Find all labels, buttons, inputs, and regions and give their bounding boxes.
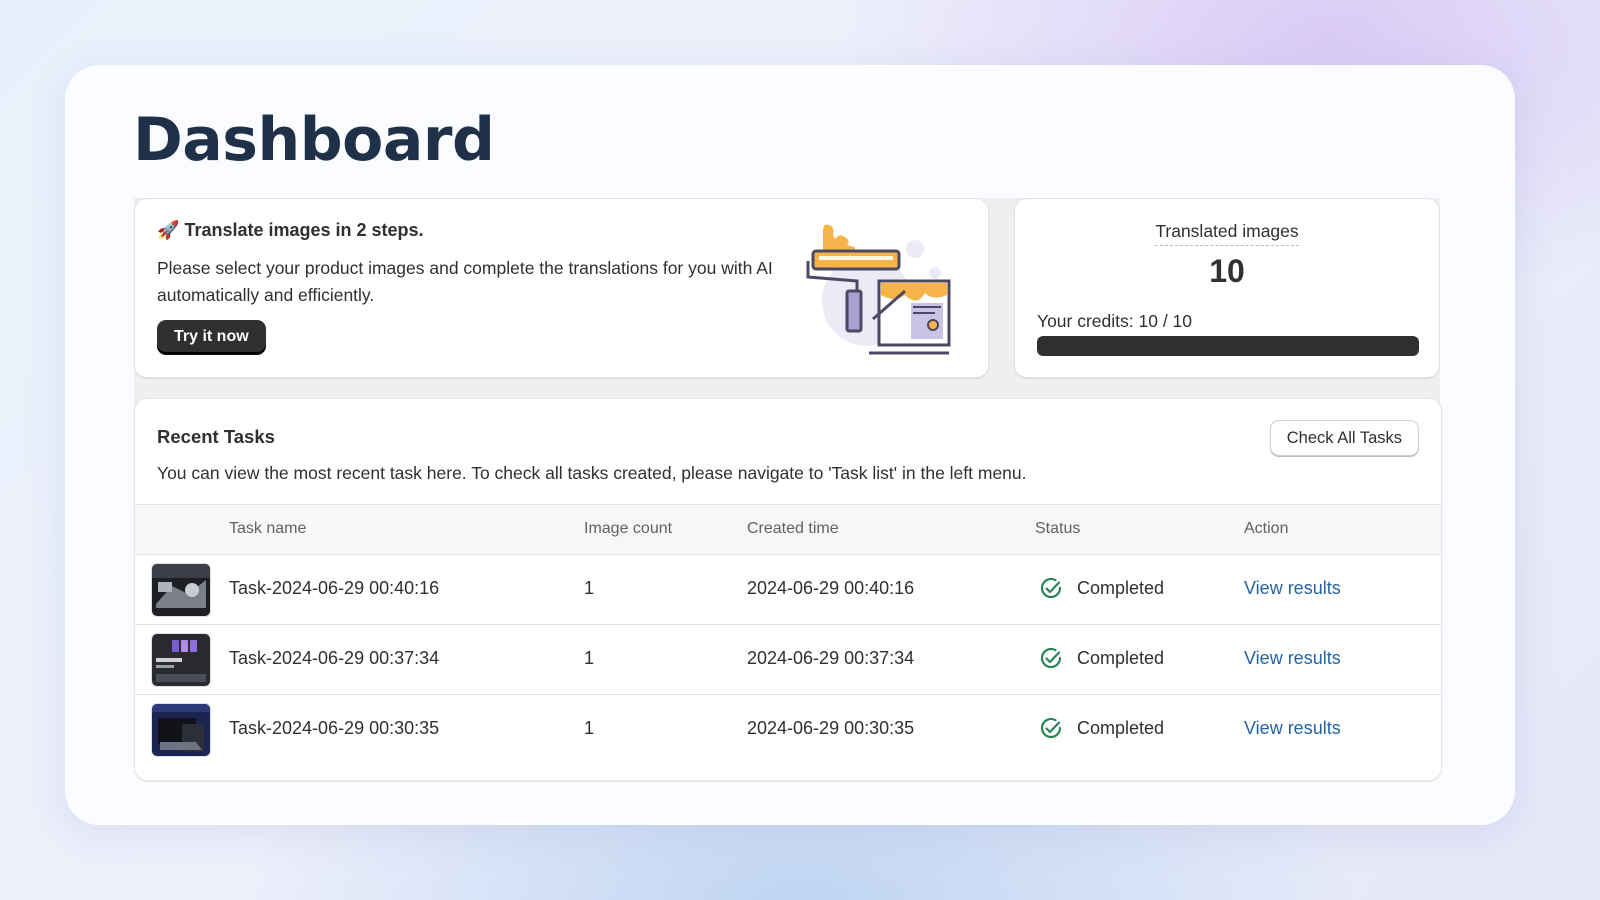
view-results-link[interactable]: View results (1244, 718, 1341, 739)
task-name: Task-2024-06-29 00:40:16 (229, 578, 440, 598)
product-thumbnail (151, 703, 211, 757)
column-header-task-name[interactable]: Task name (229, 520, 306, 538)
image-count: 1 (584, 578, 595, 598)
try-it-now-button[interactable]: Try it now (157, 320, 266, 354)
column-header-created-time[interactable]: Created time (747, 520, 839, 538)
recent-tasks-description: You can view the most recent task here. … (157, 463, 1027, 483)
table-row[interactable]: Task-2024-06-29 00:37:34 1 2024-06-29 00… (135, 624, 1441, 695)
created-time: 2024-06-29 00:30:35 (747, 718, 915, 738)
column-header-image-count[interactable]: Image count (584, 520, 672, 538)
promo-description: Please select your product images and co… (157, 258, 773, 305)
created-time: 2024-06-29 00:40:16 (747, 578, 915, 598)
page-title: Dashboard (133, 105, 495, 175)
product-thumbnail (151, 563, 211, 617)
table-row[interactable]: Task-2024-06-29 00:40:16 1 2024-06-29 00… (135, 554, 1441, 625)
promo-card: 🚀 Translate images in 2 steps. Please se… (135, 199, 988, 377)
check-circle-icon (1040, 647, 1062, 669)
table-row[interactable]: Task-2024-06-29 00:30:35 1 2024-06-29 00… (135, 694, 1441, 764)
created-time: 2024-06-29 00:37:34 (747, 648, 915, 668)
credits-progress-fill (1037, 336, 1419, 356)
thumbnail-image (152, 564, 210, 616)
thumbnail-image (152, 704, 210, 756)
view-results-link[interactable]: View results (1244, 578, 1341, 599)
thumbnail-image (152, 634, 210, 686)
credits-text: Your credits: 10 / 10 (1037, 311, 1193, 331)
dashboard-frame: Dashboard 🚀 Translate images in 2 steps.… (65, 65, 1515, 825)
task-name: Task-2024-06-29 00:37:34 (229, 648, 440, 668)
view-results-link[interactable]: View results (1244, 648, 1341, 669)
task-name: Task-2024-06-29 00:30:35 (229, 718, 440, 738)
check-circle-icon (1040, 717, 1062, 739)
status-text: Completed (1077, 718, 1165, 738)
paint-roller-illustration (806, 224, 951, 355)
status-text: Completed (1077, 648, 1165, 668)
recent-tasks-card: Recent Tasks You can view the most recen… (135, 399, 1441, 780)
column-header-action[interactable]: Action (1244, 520, 1288, 538)
promo-title: 🚀 Translate images in 2 steps. (157, 220, 424, 241)
check-all-tasks-button[interactable]: Check All Tasks (1269, 420, 1419, 456)
recent-tasks-title: Recent Tasks (157, 426, 275, 447)
column-header-status[interactable]: Status (1035, 520, 1080, 538)
rocket-icon: 🚀 (157, 220, 180, 240)
translated-images-label: Translated images (1015, 221, 1439, 246)
check-circle-icon (1040, 577, 1062, 599)
status-text: Completed (1077, 578, 1165, 598)
image-count: 1 (584, 718, 595, 738)
credits-progress-bar (1037, 336, 1419, 356)
image-count: 1 (584, 648, 595, 668)
credits-card: Translated images 10 Your credits: 10 / … (1015, 199, 1439, 377)
promo-title-text: Translate images in 2 steps. (184, 220, 424, 240)
product-thumbnail (151, 633, 211, 687)
translated-images-count: 10 (1209, 253, 1245, 289)
table-header: Task name Image count Created time Statu… (135, 504, 1441, 555)
